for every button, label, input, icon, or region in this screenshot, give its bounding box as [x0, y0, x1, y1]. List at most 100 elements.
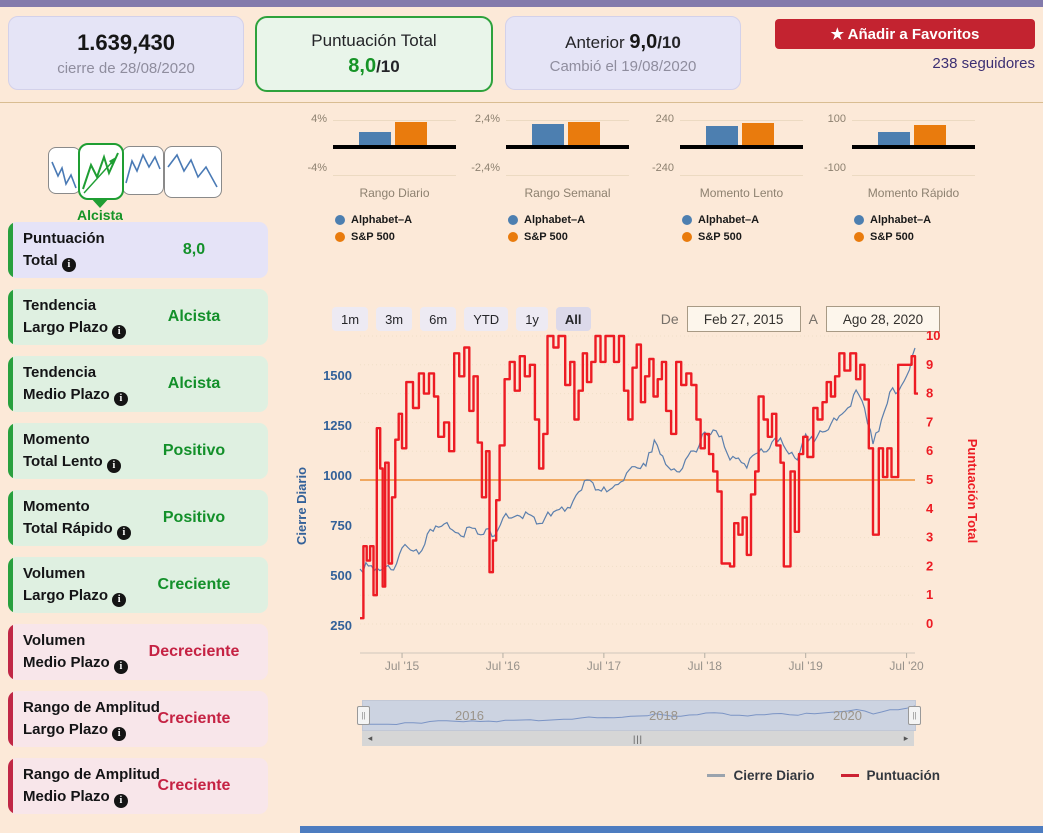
range-button-1m[interactable]: 1m	[332, 307, 369, 331]
sp500-legend-dot-icon	[854, 232, 864, 242]
downtrend-sparkline-icon	[51, 161, 77, 189]
bottom-accent-bar	[300, 826, 1043, 833]
mini-zero-line	[333, 145, 456, 149]
pattern-downtrend-thumb[interactable]	[48, 147, 81, 194]
item-accent-bar	[8, 356, 13, 412]
range-button-1y[interactable]: 1y	[516, 307, 548, 331]
info-icon[interactable]: i	[113, 660, 128, 674]
item-value: Creciente	[157, 710, 231, 727]
svg-text:Jul '20: Jul '20	[889, 659, 924, 673]
mini-ymin-label: -4%	[307, 162, 327, 174]
add-to-favorites-button[interactable]: ★ Añadir a Favoritos	[775, 19, 1035, 49]
svg-text:2: 2	[926, 558, 933, 573]
list-item-tendencia-largo: Tendencia Largo Plazo i Alcista	[8, 289, 268, 345]
score-breakdown-list: Puntuación Total i 8,0 Tendencia Largo Pla…	[8, 222, 268, 814]
bar-sp500	[395, 122, 427, 145]
svg-text:Jul '19: Jul '19	[789, 659, 824, 673]
navigator-year-label: 2018	[649, 708, 678, 723]
info-icon[interactable]: i	[113, 794, 128, 808]
pattern-rising-thumb[interactable]	[122, 146, 164, 195]
mini-ymax-label: 240	[655, 113, 674, 125]
scrollbar-right-arrow-icon[interactable]: ▸	[898, 733, 914, 744]
svg-text:1: 1	[926, 587, 933, 602]
svg-text:1000: 1000	[323, 468, 352, 483]
range-selector: 1m 3m 6m YTD 1y All De A	[332, 306, 940, 332]
bar-sp500	[914, 125, 946, 145]
item-label: Momento Total Rápido i	[23, 496, 131, 540]
followers-count: 238 seguidores	[932, 55, 1035, 72]
info-icon[interactable]: i	[61, 258, 76, 272]
pattern-label: Alcista	[77, 207, 123, 223]
date-to-input[interactable]	[826, 306, 940, 332]
navigator-left-handle[interactable]: ||	[357, 706, 370, 725]
range-button-all[interactable]: All	[555, 307, 591, 331]
mini-chart-rango-diario: 4% -4% Rango Diario Alphabet–A S&P 500	[295, 112, 460, 257]
legend-item-cierre-diario[interactable]: Cierre Diario	[707, 768, 815, 783]
svg-text:500: 500	[330, 568, 352, 583]
item-value: Positivo	[162, 509, 226, 526]
scrollbar-grip-icon[interactable]: |||	[378, 734, 898, 744]
uptrend-sparkline-icon	[82, 152, 119, 194]
svg-text:Cierre Diario: Cierre Diario	[294, 467, 309, 545]
puntuacion-swatch-icon	[840, 774, 859, 777]
mini-zero-line	[506, 145, 629, 149]
pattern-peak-decline-thumb[interactable]	[164, 146, 222, 198]
mini-chart-title: Rango Diario	[359, 186, 430, 200]
mini-ymax-label: 4%	[311, 113, 327, 125]
mini-zero-line	[852, 145, 975, 149]
item-accent-bar	[8, 624, 13, 680]
bar-alphabet	[878, 132, 910, 145]
previous-subtitle: Cambió el 19/08/2020	[549, 58, 697, 75]
bar-alphabet	[359, 132, 391, 145]
total-score-card: Puntuación Total 8,0/10	[255, 16, 493, 92]
date-from-input[interactable]	[686, 306, 801, 332]
range-button-ytd[interactable]: YTD	[464, 307, 509, 331]
svg-text:Jul '15: Jul '15	[385, 659, 420, 673]
info-icon[interactable]: i	[112, 727, 127, 741]
item-label: Puntuación Total i	[23, 230, 105, 272]
favorites-label: Añadir a Favoritos	[844, 26, 980, 43]
info-icon[interactable]: i	[112, 593, 127, 607]
svg-text:250: 250	[330, 618, 352, 633]
svg-text:0: 0	[926, 616, 933, 631]
item-accent-bar	[8, 289, 13, 345]
svg-text:1250: 1250	[323, 418, 352, 433]
list-item-rango-amplitud-medio: Rango de Amplitud Medio Plazo i Creciente	[8, 758, 268, 814]
main-price-score-chart[interactable]: 250 500 750 1000 1250 1500 0 1 2 3 4 5 6 7 8 9 10 Jul '15…	[292, 331, 982, 683]
price-value: 1.639,430	[77, 29, 175, 55]
legend-label: Cierre Diario	[733, 768, 815, 783]
item-label: Tendencia Medio Plazo i	[23, 362, 128, 406]
chart-navigator[interactable]: 2016 2018 2020 || ||	[357, 700, 921, 731]
item-value: Creciente	[157, 777, 231, 794]
mini-ymin-label: -2,4%	[471, 162, 500, 174]
mini-legend: Alphabet–A S&P 500	[682, 214, 759, 243]
list-item-volumen-medio: Volumen Medio Plazo i Decreciente	[8, 624, 268, 680]
range-button-6m[interactable]: 6m	[420, 307, 457, 331]
info-icon[interactable]: i	[113, 392, 128, 406]
scrollbar-left-arrow-icon[interactable]: ◂	[362, 733, 378, 744]
svg-text:Puntuación Total: Puntuación Total	[965, 439, 980, 543]
svg-text:3: 3	[926, 530, 933, 545]
info-icon[interactable]: i	[112, 325, 127, 339]
svg-text:6: 6	[926, 443, 933, 458]
alphabet-legend-dot-icon	[335, 215, 345, 225]
item-value: Alcista	[167, 375, 221, 392]
legend-label: Alphabet–A	[524, 214, 586, 226]
mini-bottom-gridline	[506, 175, 629, 176]
mini-chart-rango-semanal: 2,4% -2,4% Rango Semanal Alphabet–A S&P …	[468, 112, 633, 257]
item-value: Creciente	[157, 576, 231, 593]
info-icon[interactable]: i	[106, 459, 121, 473]
price-subtitle: cierre de 28/08/2020	[57, 59, 195, 77]
legend-label: S&P 500	[524, 231, 568, 243]
item-accent-bar	[8, 557, 13, 613]
sp500-legend-dot-icon	[335, 232, 345, 242]
mini-bottom-gridline	[680, 175, 803, 176]
navigator-right-handle[interactable]: ||	[908, 706, 921, 725]
range-button-3m[interactable]: 3m	[376, 307, 413, 331]
chart-scrollbar[interactable]: ◂ ||| ▸	[362, 731, 914, 746]
legend-item-puntuacion[interactable]: Puntuación	[840, 768, 940, 783]
legend-label: Alphabet–A	[870, 214, 932, 226]
pattern-uptrend-thumb-selected[interactable]	[78, 143, 124, 200]
bar-alphabet	[532, 124, 564, 145]
item-value: 8,0	[182, 241, 206, 258]
